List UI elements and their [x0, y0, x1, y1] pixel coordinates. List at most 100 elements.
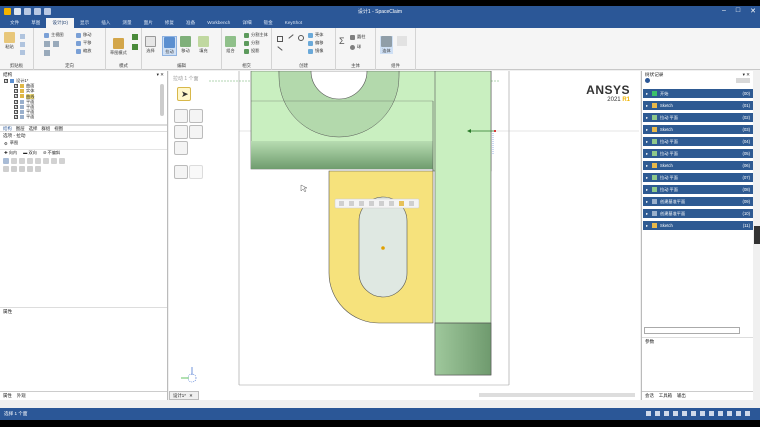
status-icon[interactable]: [700, 411, 705, 416]
circle-icon[interactable]: [298, 35, 304, 41]
cylinder-button[interactable]: 圆柱: [350, 34, 365, 40]
anchor-point[interactable]: [494, 130, 496, 132]
history-row[interactable]: ▸ Sketch (11): [643, 221, 753, 230]
pull-button[interactable]: 拉动: [162, 36, 177, 56]
tab-prepare[interactable]: 准备: [180, 18, 201, 28]
tab-insert[interactable]: 插入: [95, 18, 116, 28]
tab-appearance[interactable]: 外观: [17, 392, 26, 400]
status-icon[interactable]: [745, 411, 750, 416]
tab-session[interactable]: 会话: [645, 392, 654, 400]
pivot-tool[interactable]: [174, 125, 188, 139]
option-g-icon[interactable]: [51, 158, 57, 164]
project-button[interactable]: 投影: [244, 48, 259, 54]
copy-icon[interactable]: [20, 42, 25, 47]
history-search-input[interactable]: [644, 327, 740, 334]
option-c-icon[interactable]: [19, 158, 25, 164]
history-row[interactable]: ▸ Sketch (01): [643, 101, 753, 110]
mirror-button[interactable]: 镜像: [308, 48, 323, 54]
assembly-icon[interactable]: [397, 36, 407, 46]
tab-selection[interactable]: 选择: [29, 126, 38, 131]
mini-tool-icon[interactable]: [359, 201, 364, 206]
rectangle-icon[interactable]: [277, 36, 283, 42]
spin-icon[interactable]: [53, 41, 59, 47]
3d-viewport[interactable]: 拉动 1 个面 ANSYS 2021 R1 ➤ 设计1* ✕: [169, 71, 640, 400]
panel-menu-icon[interactable]: ▾ ✕: [743, 71, 750, 78]
mini-tool-icon[interactable]: [389, 201, 394, 206]
axis-icon[interactable]: [277, 46, 283, 51]
fill-button[interactable]: 填充: [198, 36, 209, 54]
sketch-mode-button[interactable]: 草图模式: [110, 38, 127, 56]
select-tool-button[interactable]: ➤: [177, 87, 191, 101]
select-button[interactable]: 选择: [145, 36, 156, 54]
history-row[interactable]: ▸ 创建基准平面 (10): [643, 209, 753, 218]
history-row[interactable]: ▸ 拉动 平面 (08): [643, 185, 753, 194]
tab-sketch[interactable]: 草图: [25, 18, 46, 28]
history-row[interactable]: ▸ 拉动 平面 (07): [643, 173, 753, 182]
close-icon[interactable]: ✕: [750, 7, 756, 15]
tab-file[interactable]: 文件: [4, 18, 25, 28]
pin-icon[interactable]: ▾ ✕: [157, 71, 164, 78]
up-to-tool[interactable]: [189, 109, 203, 123]
reverse-tool[interactable]: [174, 141, 188, 155]
option-b-icon[interactable]: [11, 158, 17, 164]
cancel-tool[interactable]: [189, 165, 203, 179]
slot-center-point[interactable]: [381, 246, 385, 250]
mini-toolbar[interactable]: [334, 198, 420, 209]
status-icon[interactable]: [682, 411, 687, 416]
model-canvas[interactable]: [169, 71, 640, 400]
panel-collapse-handle[interactable]: [754, 226, 760, 244]
close-icon[interactable]: ✕: [189, 393, 193, 398]
history-row[interactable]: ▸ 拉动 平面 (02): [643, 113, 753, 122]
history-row[interactable]: ▸ 开始 (00): [643, 89, 753, 98]
visibility-checkbox[interactable]: [14, 114, 18, 119]
shell-button[interactable]: 壳体: [308, 32, 323, 38]
tab-repair[interactable]: 修复: [159, 18, 180, 28]
help-icon[interactable]: [645, 78, 650, 83]
mini-tool-icon[interactable]: [339, 201, 344, 206]
tab-sheet-metal[interactable]: 钣金: [258, 18, 279, 28]
tab-measure[interactable]: 测量: [116, 18, 137, 28]
sphere-button[interactable]: 球: [350, 44, 361, 50]
mini-tool-icon[interactable]: [369, 201, 374, 206]
option-m-icon[interactable]: [35, 166, 41, 172]
status-icon[interactable]: [727, 411, 732, 416]
history-row[interactable]: ▸ 创建基准平面 (09): [643, 197, 753, 206]
home-view-button[interactable]: 主视图: [44, 32, 64, 38]
pull-direction-tool[interactable]: [174, 109, 188, 123]
maximize-icon[interactable]: □: [736, 7, 740, 15]
tab-display[interactable]: 显示: [74, 18, 95, 28]
minimize-icon[interactable]: –: [722, 7, 726, 15]
document-tab[interactable]: 设计1* ✕: [169, 391, 199, 400]
option-k-icon[interactable]: [19, 166, 25, 172]
merge-button[interactable]: 连体: [380, 36, 393, 54]
status-icon[interactable]: [646, 411, 651, 416]
option-a-icon[interactable]: [3, 158, 9, 164]
tab-toolbox[interactable]: 工具箱: [659, 392, 672, 400]
mini-tool-icon[interactable]: [349, 201, 354, 206]
history-row[interactable]: ▸ 拉动 平面 (05): [643, 149, 753, 158]
option-j-icon[interactable]: [11, 166, 17, 172]
tree-item-plane[interactable]: 平面: [4, 114, 167, 119]
tree-scrollbar[interactable]: [160, 84, 164, 116]
option-inward[interactable]: ✚ 向内: [4, 150, 17, 156]
mini-tool-icon[interactable]: [409, 201, 414, 206]
status-icon[interactable]: [664, 411, 669, 416]
option-no-merge[interactable]: ⊘ 不偏斜: [43, 150, 60, 156]
line-icon[interactable]: [288, 34, 294, 39]
history-row[interactable]: ▸ Sketch (03): [643, 125, 753, 134]
3d-mode-icon[interactable]: [132, 44, 138, 50]
status-icon[interactable]: [673, 411, 678, 416]
history-tools-icon[interactable]: [736, 78, 750, 83]
option-h-icon[interactable]: [59, 158, 65, 164]
tab-structure[interactable]: 结构: [3, 126, 12, 131]
ruler-tool[interactable]: [189, 125, 203, 139]
format-icon[interactable]: [20, 50, 25, 55]
option-l-icon[interactable]: [27, 166, 33, 172]
combine-button[interactable]: 组合: [225, 36, 236, 54]
complete-tool[interactable]: [174, 165, 188, 179]
move-view-button[interactable]: 移动: [76, 32, 91, 38]
pan-button[interactable]: 平移: [76, 40, 91, 46]
option-e-icon[interactable]: [35, 158, 41, 164]
tab-properties[interactable]: 属性: [3, 392, 12, 400]
tab-workbench[interactable]: Workbench: [201, 18, 236, 28]
